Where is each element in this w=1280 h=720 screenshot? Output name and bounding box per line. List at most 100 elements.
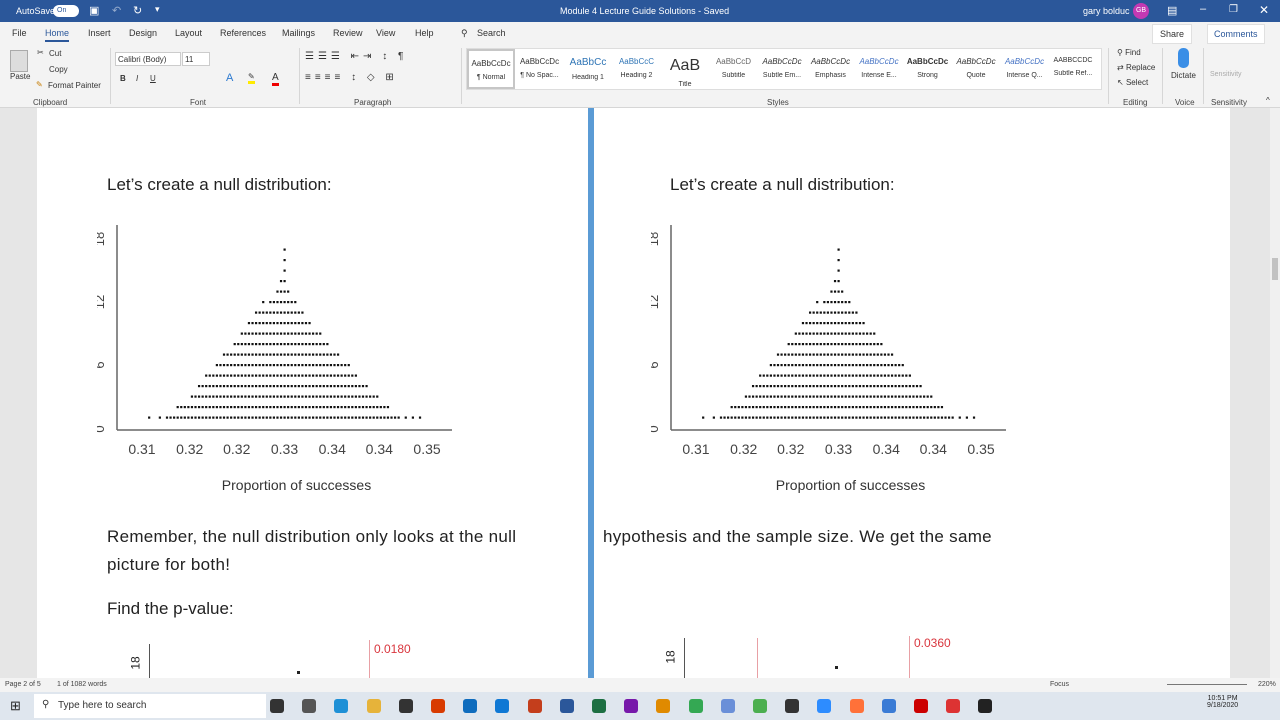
paste-button[interactable]: Paste (10, 72, 30, 81)
vertical-scrollbar[interactable] (1270, 108, 1280, 678)
document-title[interactable]: Module 4 Lecture Guide Solutions - Saved (560, 6, 729, 16)
page-count[interactable]: Page 2 of 5 (5, 681, 41, 688)
taskbar-app-icon[interactable] (881, 699, 896, 713)
taskbar-app-icon[interactable] (270, 699, 284, 713)
ribbon-display-icon[interactable]: ▤ (1167, 4, 1177, 17)
tab-view[interactable]: View (376, 28, 395, 38)
taskbar-app-icon[interactable] (688, 699, 703, 713)
font-name-select[interactable]: Calibri (Body) (115, 52, 181, 66)
underline-button[interactable]: U (150, 74, 156, 83)
tab-review[interactable]: Review (333, 28, 363, 38)
sensitivity-button[interactable]: Sensitivity (1210, 71, 1242, 78)
font-size-select[interactable]: 11 (182, 52, 210, 66)
taskbar-app-icon[interactable] (656, 699, 671, 713)
style-7[interactable]: AaBbCcDc Emphasis (807, 49, 855, 89)
style-12[interactable]: AABBCCDC Subtle Ref... (1049, 49, 1097, 89)
customize-icon[interactable]: ▾ (155, 4, 160, 15)
taskbar-app-icon[interactable] (785, 699, 800, 713)
page[interactable]: Let’s create a null distribution: Let’s … (37, 108, 1230, 678)
taskbar-app-icon[interactable] (753, 699, 767, 713)
comments-button[interactable]: Comments (1207, 24, 1265, 44)
paste-icon[interactable] (10, 50, 28, 72)
dot (244, 353, 247, 356)
cut-button[interactable]: Cut (49, 49, 61, 58)
style-9[interactable]: AaBbCcDc Strong (904, 49, 952, 89)
tab-home[interactable]: Home (45, 28, 70, 42)
undo-icon[interactable]: ↶ (112, 4, 121, 17)
save-icon[interactable]: ▣ (89, 4, 99, 17)
highlight-icon[interactable]: ✎ (248, 72, 255, 84)
alignment-buttons[interactable]: ≡≡≡≡ ↕ ◇ ⊞ (305, 72, 398, 83)
taskbar-app-icon[interactable] (302, 699, 317, 713)
tab-file[interactable]: File (12, 28, 27, 38)
tab-mailings[interactable]: Mailings (282, 28, 315, 38)
style-3[interactable]: AaBbCcC Heading 2 (613, 49, 661, 89)
taskbar-app-icon[interactable] (849, 699, 864, 713)
style-6[interactable]: AaBbCcDc Subtle Em... (758, 49, 806, 89)
style-4[interactable]: AaB Title (661, 49, 709, 89)
style-11[interactable]: AaBbCcDc Intense Q... (1001, 49, 1049, 89)
find-button[interactable]: ⚲ Find (1117, 48, 1141, 57)
dot (358, 395, 361, 398)
share-button[interactable]: Share (1152, 24, 1193, 44)
zoom-level[interactable]: 220% (1258, 681, 1276, 688)
taskbar-app-icon[interactable] (978, 699, 993, 713)
windows-start-icon[interactable]: ⊞ (10, 698, 21, 714)
style-name: Heading 2 (620, 72, 653, 79)
dot (912, 416, 915, 419)
style-5[interactable]: AaBbCcD Subtitle (710, 49, 758, 89)
format-painter-button[interactable]: Format Painter (48, 81, 101, 90)
redo-icon[interactable]: ↻ (133, 4, 142, 17)
font-color-icon[interactable]: A (272, 72, 279, 86)
select-button[interactable]: ↖ Select (1117, 78, 1148, 87)
restore-icon[interactable]: ❐ (1229, 4, 1238, 15)
scrollbar-thumb[interactable] (1272, 258, 1278, 280)
close-icon[interactable]: ✕ (1259, 3, 1269, 17)
taskbar-app-icon[interactable] (334, 699, 349, 713)
style-10[interactable]: AaBbCcDc Quote (952, 49, 1000, 89)
taskbar-app-icon[interactable] (495, 699, 510, 713)
taskbar-app-icon[interactable] (624, 699, 639, 713)
tab-references[interactable]: References (220, 28, 266, 38)
word-count[interactable]: 1 of 1082 words (57, 681, 107, 688)
microphone-icon[interactable] (1178, 48, 1189, 68)
search-box[interactable]: Search (477, 28, 506, 38)
taskbar-app-icon[interactable] (817, 699, 832, 713)
style-8[interactable]: AaBbCcDc Intense E... (855, 49, 903, 89)
text-effects-icon[interactable]: A (226, 72, 233, 84)
bold-button[interactable]: B (120, 74, 126, 83)
taskbar-app-icon[interactable] (559, 699, 574, 713)
taskbar-app-icon[interactable] (720, 699, 735, 713)
tab-layout[interactable]: Layout (175, 28, 202, 38)
list-buttons[interactable]: ☰☰☰ ⇤⇥ ↕ ¶ (305, 51, 407, 62)
taskbar-app-icon[interactable] (398, 699, 413, 713)
style-2[interactable]: AaBbCc Heading 1 (564, 49, 612, 89)
tab-design[interactable]: Design (129, 28, 157, 38)
style-1[interactable]: AaBbCcDc ¶ No Spac... (516, 49, 564, 89)
taskbar-app-icon[interactable] (463, 699, 478, 713)
zoom-slider[interactable] (1167, 684, 1247, 685)
taskbar-app-icon[interactable] (946, 699, 961, 713)
style-0[interactable]: AaBbCcDc ¶ Normal (467, 49, 515, 89)
tab-insert[interactable]: Insert (88, 28, 111, 38)
taskbar-app-icon[interactable] (914, 699, 928, 713)
taskbar-app-icon[interactable] (366, 699, 381, 713)
avatar[interactable]: GB (1133, 3, 1149, 19)
dot (283, 374, 286, 377)
tab-help[interactable]: Help (415, 28, 434, 38)
dot (766, 385, 769, 388)
autosave-toggle[interactable]: On (53, 5, 79, 17)
minimize-icon[interactable]: – (1200, 3, 1206, 15)
clock[interactable]: 10:51 PM 9/18/2020 (1207, 695, 1238, 709)
italic-button[interactable]: I (136, 74, 138, 83)
taskbar-app-icon[interactable] (527, 699, 542, 713)
focus-button[interactable]: Focus (1050, 681, 1069, 688)
search-icon[interactable]: ⚲ (461, 28, 468, 39)
replace-button[interactable]: ⇄ Replace (1117, 63, 1155, 72)
collapse-ribbon-icon[interactable]: ^ (1266, 96, 1270, 105)
taskbar-app-icon[interactable] (431, 699, 445, 713)
copy-button[interactable]: Copy (49, 65, 68, 74)
taskbar-app-icon[interactable] (592, 699, 606, 713)
taskbar-search[interactable]: ⚲ Type here to search (34, 694, 266, 718)
dictate-button[interactable]: Dictate (1171, 71, 1196, 80)
